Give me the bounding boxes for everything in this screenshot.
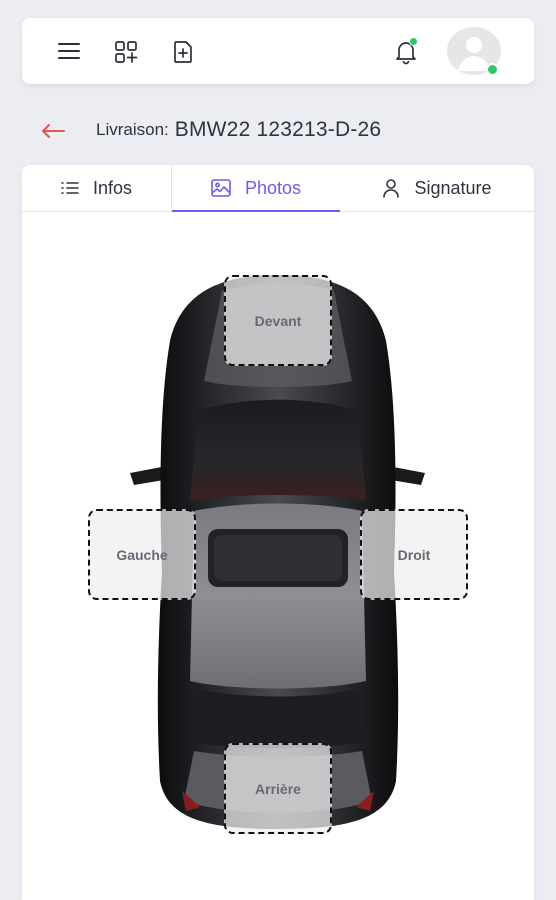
apps-add-icon[interactable] (113, 39, 139, 65)
photo-spot-rear[interactable]: Arrière (224, 743, 332, 834)
tab-signature-label: Signature (414, 177, 492, 198)
photo-spot-left[interactable]: Gauche (88, 509, 196, 600)
list-icon (61, 181, 79, 195)
car-photo-zone: Devant Gauche Droit Arrière (22, 211, 534, 900)
online-status-dot (486, 63, 499, 76)
tab-infos[interactable]: Infos (22, 165, 171, 211)
tab-infos-label: Infos (92, 177, 133, 198)
tab-bar: Infos Photos Signature (22, 165, 534, 212)
image-icon (211, 179, 231, 197)
breadcrumb: Livraison: BMW22 123213-D-26 (40, 112, 381, 148)
menu-icon[interactable] (56, 40, 82, 62)
avatar[interactable] (447, 27, 503, 76)
arrow-left-icon[interactable] (40, 117, 70, 143)
notification-dot (409, 37, 418, 46)
delivery-reference: BMW22 123213-D-26 (174, 118, 382, 141)
photo-spot-right[interactable]: Droit (360, 509, 468, 600)
photos-card: Infos Photos Signature Devant Gauche Dro… (22, 165, 534, 900)
file-plus-icon[interactable] (170, 39, 196, 65)
bell-icon[interactable] (392, 37, 420, 66)
user-icon (382, 178, 400, 198)
breadcrumb-label: Livraison: (96, 120, 169, 139)
tab-photos[interactable]: Photos (172, 165, 340, 212)
tab-photos-label: Photos (244, 177, 302, 198)
tab-signature[interactable]: Signature (340, 165, 534, 211)
photo-spot-front[interactable]: Devant (224, 275, 332, 366)
top-bar (22, 18, 534, 84)
